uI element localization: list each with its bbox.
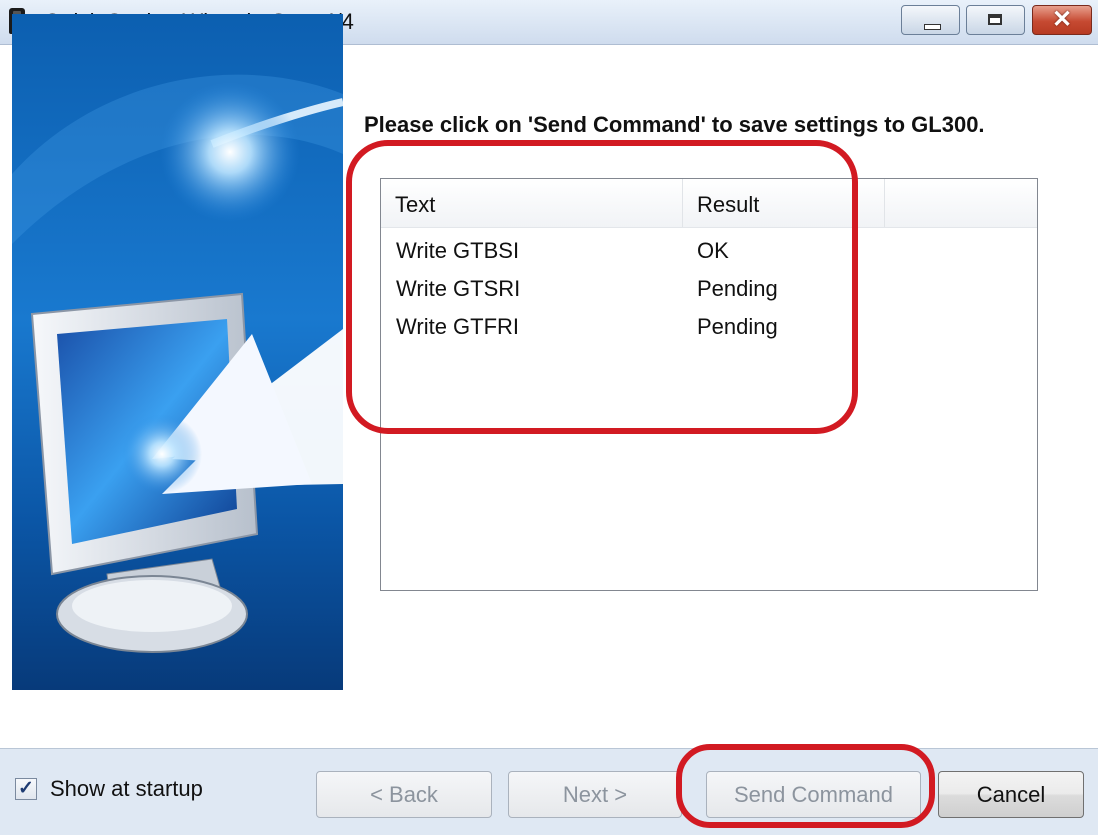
show-at-startup-checkbox[interactable]: ✓ bbox=[15, 778, 37, 800]
cancel-button[interactable]: Cancel bbox=[938, 771, 1084, 818]
close-button[interactable]: ✕ bbox=[1032, 5, 1092, 35]
list-highlight-annotation bbox=[346, 140, 858, 434]
next-button[interactable]: Next > bbox=[508, 771, 682, 818]
minimize-icon bbox=[924, 24, 941, 30]
computer-arrow-illustration bbox=[12, 14, 343, 690]
instruction-text: Please click on 'Send Command' to save s… bbox=[364, 112, 985, 137]
maximize-button[interactable] bbox=[966, 5, 1025, 35]
back-button[interactable]: < Back bbox=[316, 771, 492, 818]
column-header-empty[interactable] bbox=[885, 179, 1037, 227]
minimize-button[interactable] bbox=[901, 5, 960, 35]
checkmark-icon: ✓ bbox=[18, 778, 34, 799]
show-at-startup-label[interactable]: Show at startup bbox=[50, 776, 203, 802]
send-command-highlight-annotation bbox=[676, 744, 935, 828]
maximize-icon bbox=[988, 14, 1002, 25]
close-icon: ✕ bbox=[1051, 6, 1073, 33]
